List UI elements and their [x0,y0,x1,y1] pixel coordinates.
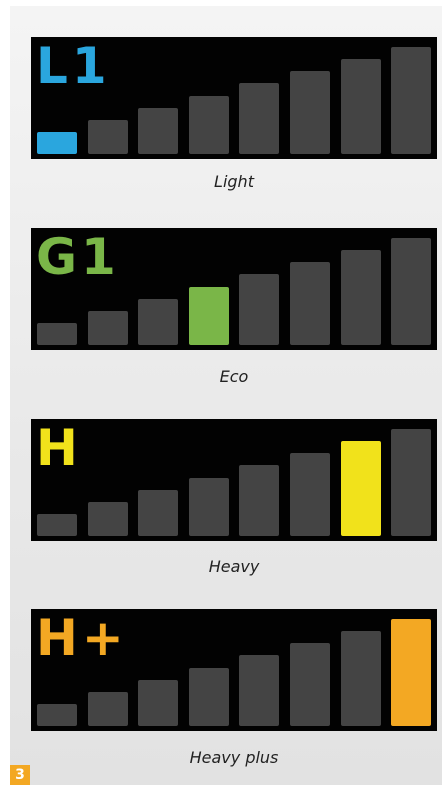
level-bar-7 [340,250,381,345]
mode-code: G1 [36,228,120,286]
page-number-badge: 3 [10,765,30,785]
level-bar-8 [391,429,432,536]
level-bar-active [340,441,381,536]
level-bar-3 [138,679,179,726]
mode-caption-light: Light [214,172,254,191]
mode-display-heavy: H [31,419,437,541]
level-bar-1 [37,323,77,345]
level-bar-active [188,286,229,345]
mode-display-eco: G1 [31,228,437,350]
mode-caption-heavy-plus: Heavy plus [189,748,279,767]
level-bar-6 [290,643,330,726]
level-bar-2 [87,691,128,726]
level-bar-7 [340,631,381,726]
mode-display-light: L1 [31,37,437,159]
level-bar-8 [391,47,432,154]
level-bar-3 [138,298,179,345]
mode-caption-eco: Eco [219,367,249,386]
mode-display-heavy-plus: H+ [31,609,437,731]
level-bar-5 [239,655,280,726]
level-bar-1 [37,704,77,726]
level-bar-5 [239,83,280,154]
level-bar-1 [37,514,77,536]
level-bar-5 [239,465,280,536]
level-bar-4 [188,667,229,726]
level-bar-3 [138,107,179,154]
level-bar-active [37,132,77,154]
level-bar-6 [290,262,330,345]
level-bar-active [391,619,432,726]
mode-caption-heavy: Heavy [208,557,260,576]
level-bar-4 [188,95,229,154]
level-bar-2 [87,119,128,154]
level-bar-6 [290,71,330,154]
level-bar-8 [391,238,432,345]
level-bar-4 [188,477,229,536]
level-bar-6 [290,453,330,536]
level-bar-7 [340,59,381,154]
level-bar-2 [87,501,128,536]
mode-code: L1 [36,37,111,95]
level-bar-5 [239,274,280,345]
level-bar-3 [138,489,179,536]
level-bar-2 [87,310,128,345]
mode-code: H+ [36,609,128,667]
mode-code: H [36,419,82,477]
drive-modes-figure: L1 Light G1 Eco H Heavy H+ Heavy plus 3 [0,0,442,785]
